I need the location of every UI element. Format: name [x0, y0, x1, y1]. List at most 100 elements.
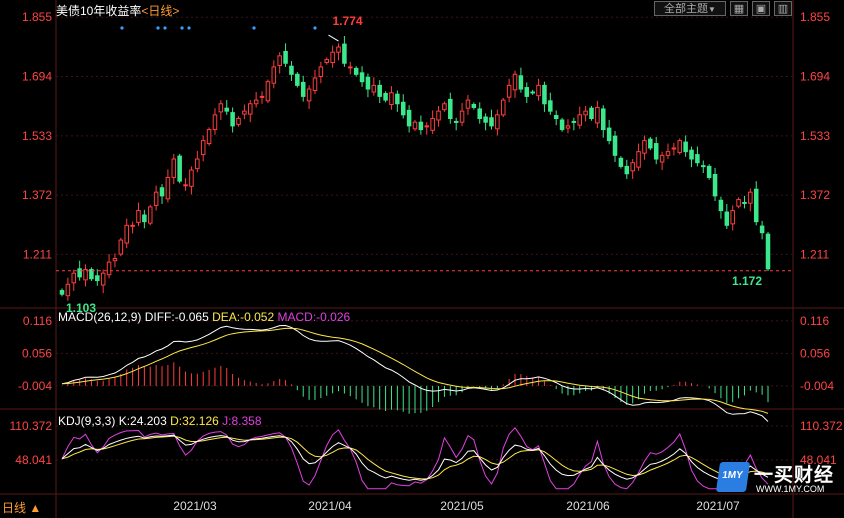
- candle-body: [736, 199, 741, 207]
- price-tick-left: 1.211: [23, 247, 52, 261]
- candle-body: [536, 84, 541, 97]
- event-marker: [156, 26, 160, 30]
- candle-body: [330, 51, 335, 64]
- candle-body: [571, 120, 577, 123]
- candle-body: [765, 233, 771, 270]
- x-tick-label: 2021/04: [308, 499, 352, 513]
- kdj-k-value: K:24.203: [118, 414, 167, 428]
- kdj-tick-right: 110.372: [800, 419, 843, 433]
- event-marker: [180, 26, 184, 30]
- candle-body: [671, 147, 677, 150]
- macd-tick-right: 0.056: [800, 346, 830, 360]
- kdj-params: KDJ(9,3,3): [58, 414, 116, 428]
- grid-layout-icon[interactable]: ▦: [730, 1, 748, 16]
- macd-tick-right: 0.116: [800, 314, 829, 328]
- event-marker: [313, 26, 317, 30]
- candle-body: [730, 210, 735, 225]
- candle-body: [500, 99, 506, 116]
- candle-body: [348, 66, 353, 69]
- price-tick-right: 1.855: [800, 10, 830, 24]
- period-tag[interactable]: 日线 ▲: [2, 499, 41, 516]
- candle-body: [742, 201, 747, 204]
- candle-body: [336, 46, 341, 53]
- candlestick-chart[interactable]: 1.855 1.855 1.694 1.694 1.533 1.533 1.372 1.372…: [0, 0, 844, 518]
- candle-body: [583, 110, 588, 116]
- candle-body: [453, 120, 459, 123]
- price-tick-right: 1.211: [800, 247, 829, 261]
- candle-body: [648, 138, 653, 149]
- candle-body: [200, 140, 206, 156]
- candle-body: [277, 55, 282, 66]
- candle-body: [689, 149, 694, 160]
- kdj-j-value: J:8.358: [222, 414, 262, 428]
- candle-body: [195, 158, 200, 170]
- candle-body: [718, 199, 724, 212]
- x-tick-label: 2021/03: [173, 499, 217, 513]
- candle-body: [553, 115, 559, 120]
- candle-body: [324, 59, 330, 64]
- candle-body: [659, 154, 665, 163]
- candle-body: [665, 151, 671, 156]
- macd-params: MACD(26,12,9): [58, 310, 142, 324]
- macd-tick-left: 0.056: [22, 346, 52, 360]
- kdj-tick-left: 48.041: [15, 453, 52, 467]
- macd-tick-left: -0.004: [18, 379, 52, 393]
- candle-body: [530, 91, 535, 94]
- macd-diff-value: DIFF:-0.065: [144, 310, 209, 324]
- candle-body: [242, 110, 247, 115]
- layout-icon[interactable]: ▣: [752, 1, 770, 16]
- candle-body: [100, 272, 106, 286]
- candle-body: [106, 261, 112, 276]
- candle-body: [759, 225, 765, 234]
- candle-body: [618, 157, 624, 167]
- candle-body: [636, 151, 641, 168]
- candle-body: [147, 206, 153, 224]
- chart-title: 美债10年收益率<日线>: [56, 2, 179, 19]
- candle-body: [295, 73, 300, 86]
- candle-body: [577, 114, 582, 126]
- candle-body: [189, 169, 194, 187]
- candle-body: [630, 162, 635, 172]
- period-selector[interactable]: <日线>: [141, 4, 179, 18]
- candle-body: [130, 224, 135, 227]
- settings-icon[interactable]: ▥: [774, 1, 792, 16]
- candle-body: [412, 121, 418, 130]
- macd-tick-left: 0.116: [23, 314, 52, 328]
- event-marker: [120, 26, 124, 30]
- candle-body: [142, 214, 147, 223]
- candle-body: [400, 101, 406, 116]
- candle-body: [589, 107, 594, 120]
- candle-body: [224, 107, 229, 112]
- candle-body: [695, 154, 700, 164]
- candle-body: [448, 98, 453, 120]
- candle-body: [506, 84, 512, 98]
- logo-name: 一买财经: [754, 465, 835, 486]
- candle-body: [300, 81, 306, 97]
- logo-mark: 1MY: [715, 462, 751, 492]
- candle-body: [265, 81, 271, 102]
- candle-body: [548, 100, 553, 112]
- candle-body: [524, 87, 530, 97]
- candle-body: [706, 165, 712, 178]
- candle-body: [601, 108, 606, 131]
- theme-label: 全部主题: [664, 3, 709, 15]
- candle-body: [459, 110, 465, 123]
- candle-body: [95, 275, 100, 282]
- candle-body: [65, 283, 71, 297]
- x-tick-label: 2021/06: [566, 499, 610, 513]
- kdj-k-line: [61, 434, 769, 482]
- brand-logo: 1MY 一买财经 WWW.1MY.COM: [715, 458, 833, 498]
- candle-body: [124, 224, 129, 244]
- candle-body: [436, 110, 441, 121]
- candle-body: [677, 140, 683, 153]
- candle-body: [424, 125, 430, 128]
- high-annotation: 1.774: [333, 14, 363, 28]
- price-tick-right: 1.533: [800, 129, 830, 143]
- macd-legend: MACD(26,12,9) DIFF:-0.065 DEA:-0.052 MAC…: [58, 310, 350, 324]
- candle-body: [353, 67, 359, 75]
- theme-dropdown[interactable]: 全部主题▼: [654, 1, 726, 16]
- candle-body: [359, 72, 365, 83]
- candle-body: [218, 103, 224, 113]
- candle-body: [624, 165, 630, 175]
- candle-body: [724, 211, 730, 226]
